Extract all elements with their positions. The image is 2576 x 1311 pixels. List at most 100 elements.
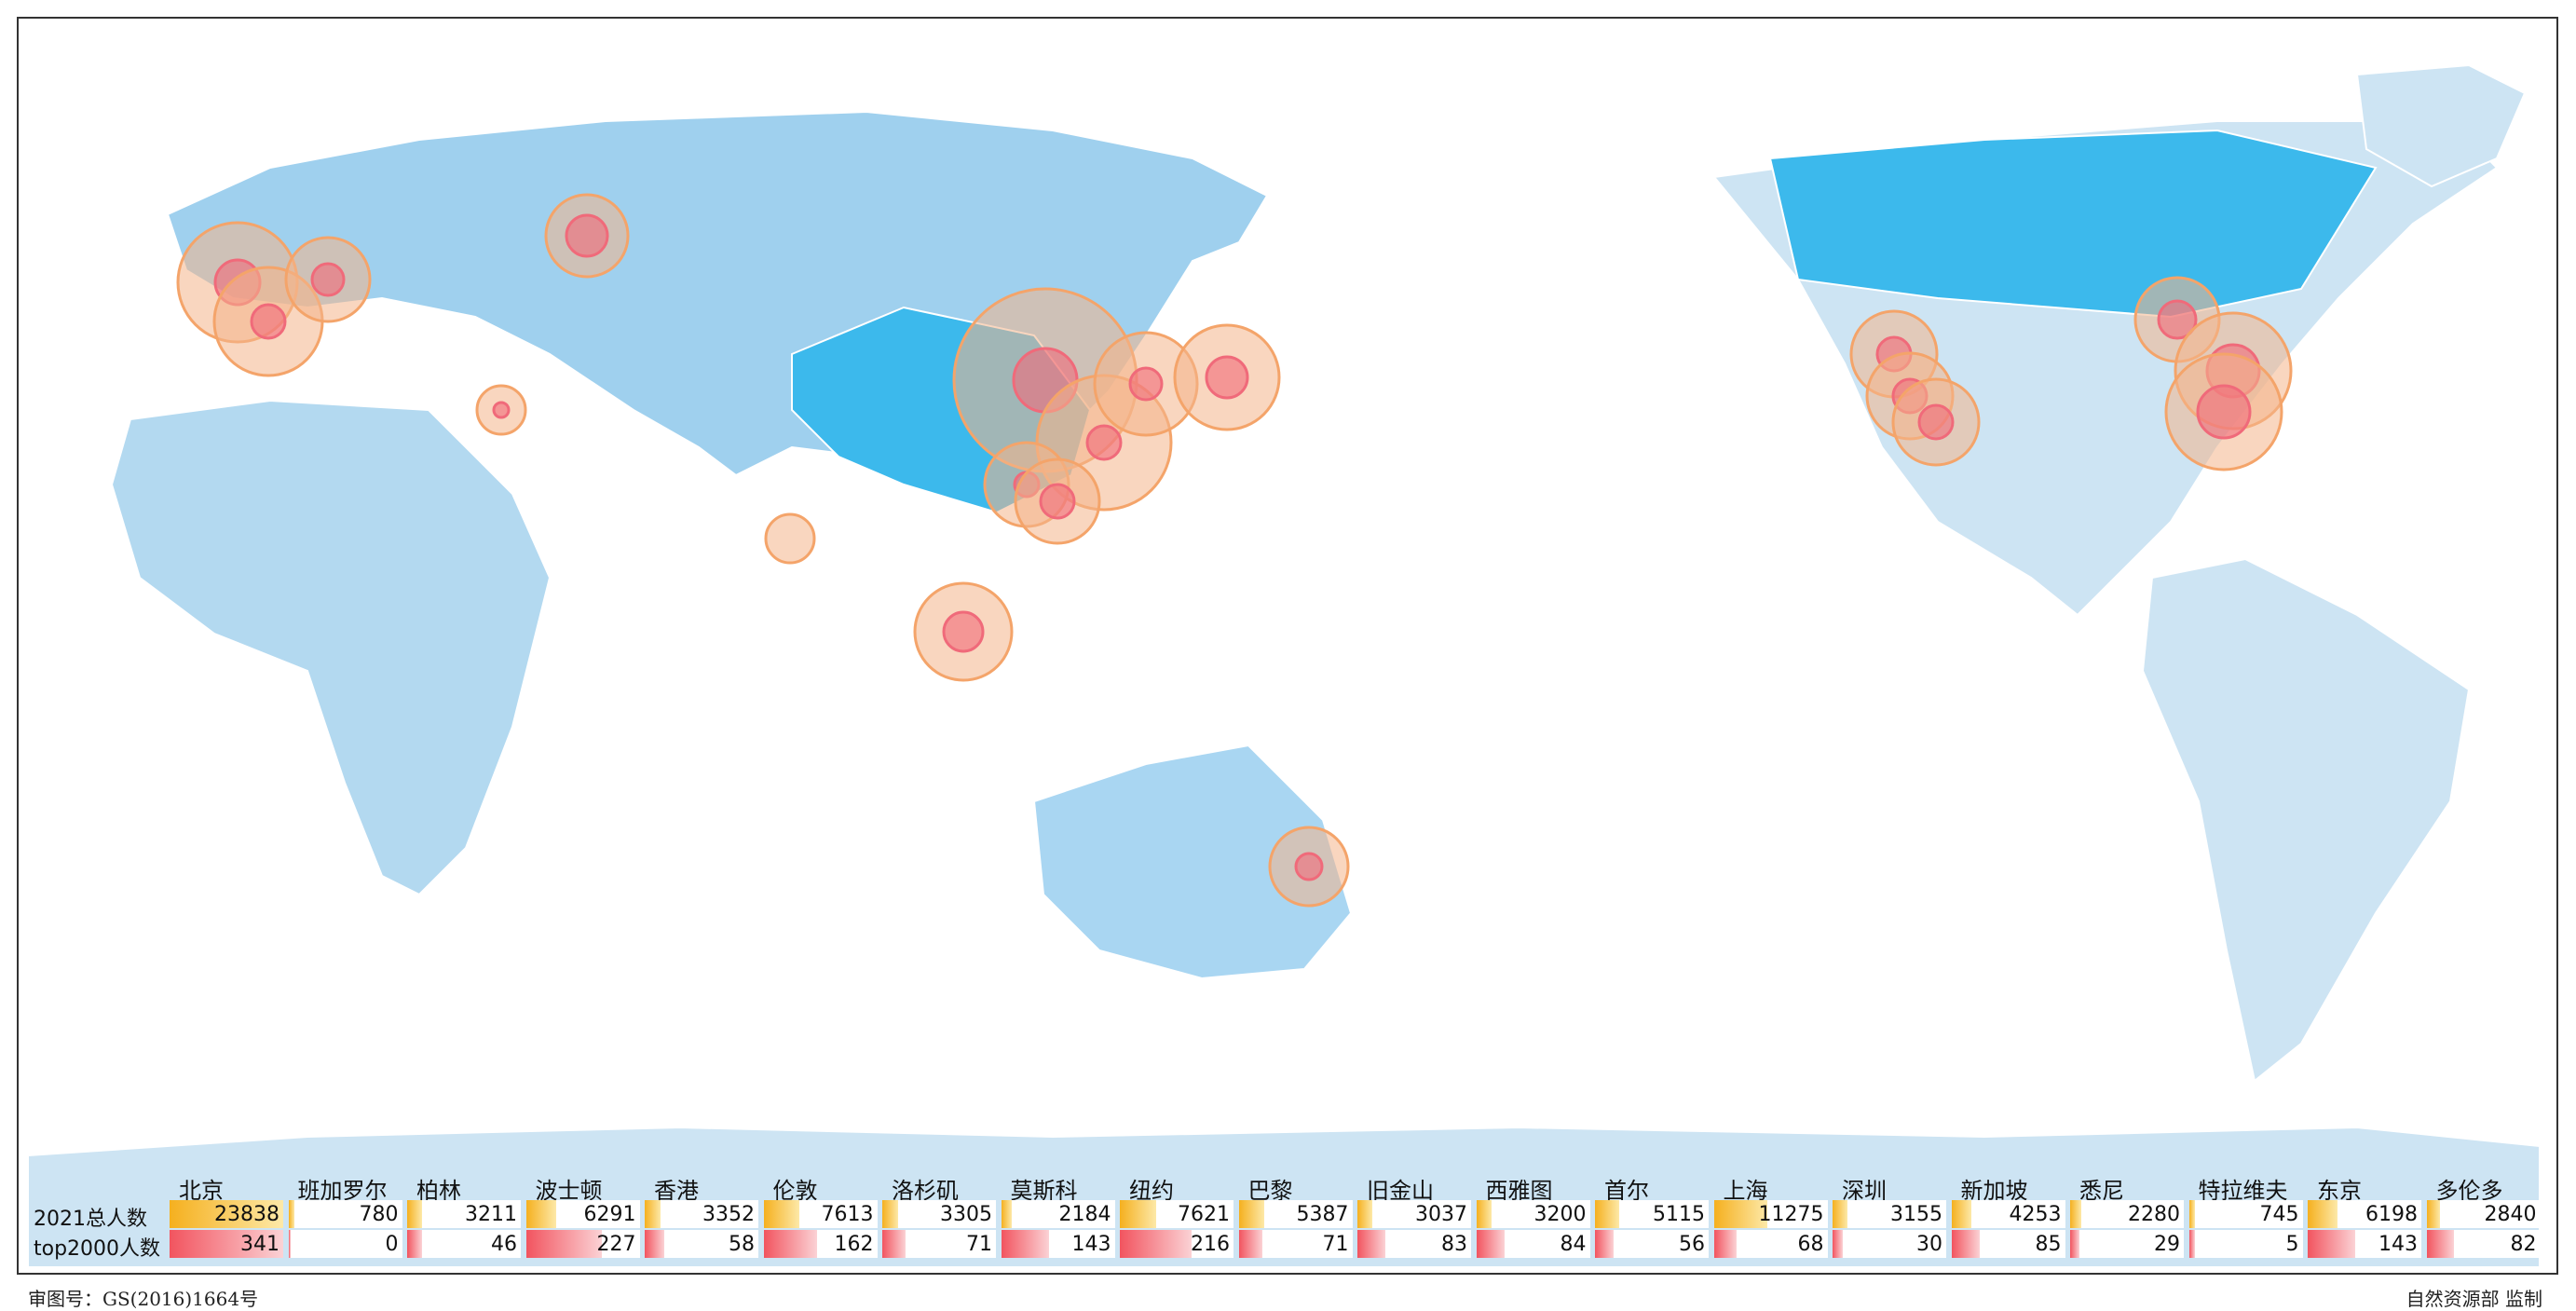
legend-bar-total xyxy=(645,1200,661,1228)
legend-cell-top: 341 xyxy=(170,1230,283,1258)
legend-cell-top: 56 xyxy=(1595,1230,1709,1258)
legend-value-top: 46 xyxy=(491,1233,517,1256)
legend-row-label-top: top2000人数 xyxy=(34,1237,161,1261)
legend-value-top: 143 xyxy=(1071,1233,1111,1256)
legend-bar-top xyxy=(1120,1230,1193,1258)
legend-value-total: 3155 xyxy=(1890,1203,1942,1226)
bubble-telaviv xyxy=(475,384,527,436)
legend-value-total: 11275 xyxy=(1758,1203,1824,1226)
legend-row-label-total: 2021总人数 xyxy=(34,1208,147,1231)
legend-value-top: 341 xyxy=(240,1233,279,1256)
legend-value-top: 68 xyxy=(1797,1233,1824,1256)
legend-cell-total: 3305 xyxy=(882,1200,996,1228)
legend-bar-total xyxy=(1476,1200,1492,1228)
bubble-tokyo xyxy=(1173,323,1281,431)
legend-bar-top xyxy=(2070,1230,2080,1258)
legend-table: 2021总人数 top2000人数 北京 23838 341 班加罗尔 780 0 柏林 32… xyxy=(30,1172,2551,1261)
bubble-losangeles xyxy=(1891,377,1981,467)
legend-cell-total: 745 xyxy=(2188,1200,2303,1228)
legend-cell-top: 85 xyxy=(1951,1230,2065,1258)
legend-cell-total: 2280 xyxy=(2070,1200,2184,1228)
legend-value-top: 71 xyxy=(966,1233,992,1256)
legend-bar-top xyxy=(1476,1230,1505,1258)
legend-value-top: 56 xyxy=(1679,1233,1705,1256)
legend-value-total: 6198 xyxy=(2365,1203,2418,1226)
legend-value-total: 2184 xyxy=(1058,1203,1111,1226)
legend-cell-top: 0 xyxy=(288,1230,402,1258)
bubble-moscow xyxy=(544,193,630,279)
legend-bar-top xyxy=(1833,1230,1843,1258)
legend-cell-top: 83 xyxy=(1357,1230,1471,1258)
legend-value-top: 84 xyxy=(1560,1233,1587,1256)
map-approval-number: 审图号：GS(2016)1664号 xyxy=(28,1288,259,1310)
bubble-newyork xyxy=(2164,352,2283,471)
legend-cell-total: 2184 xyxy=(1001,1200,1115,1228)
legend-bar-total xyxy=(525,1200,556,1228)
legend-cell-top: 216 xyxy=(1120,1230,1233,1258)
legend-bar-total xyxy=(1833,1200,1848,1228)
legend-bar-total xyxy=(1238,1200,1265,1228)
legend-bar-top xyxy=(1238,1230,1262,1258)
legend-bar-top xyxy=(645,1230,664,1258)
legend-bar-total xyxy=(2308,1200,2337,1228)
legend-value-total: 2280 xyxy=(2128,1203,2180,1226)
legend-value-total: 3305 xyxy=(940,1203,992,1226)
legend-cell-total: 6198 xyxy=(2308,1200,2421,1228)
legend-value-top: 82 xyxy=(2510,1233,2537,1256)
legend-cell-total: 2840 xyxy=(2426,1200,2541,1228)
legend-cell-total: 5115 xyxy=(1595,1200,1709,1228)
legend-bar-top xyxy=(2188,1230,2195,1258)
legend-cell-top: 82 xyxy=(2426,1230,2541,1258)
legend-value-total: 7613 xyxy=(821,1203,874,1226)
legend-value-total: 5387 xyxy=(1296,1203,1349,1226)
legend-bar-top xyxy=(288,1230,291,1258)
legend-value-total: 3200 xyxy=(1533,1203,1587,1226)
legend-cell-total: 4253 xyxy=(1951,1200,2065,1228)
legend-cell-total: 23838 xyxy=(170,1200,283,1228)
legend-bar-total xyxy=(2070,1200,2081,1228)
legend-bar-total xyxy=(763,1200,800,1228)
legend-value-total: 780 xyxy=(359,1203,399,1226)
legend-bar-top xyxy=(2426,1230,2454,1258)
legend-bar-total xyxy=(2426,1200,2441,1228)
legend-bar-total xyxy=(1595,1200,1620,1228)
legend-value-top: 71 xyxy=(1322,1233,1349,1256)
legend-bar-total xyxy=(882,1200,898,1228)
legend-value-top: 227 xyxy=(596,1233,636,1256)
legend-value-top: 143 xyxy=(2378,1233,2418,1256)
bubble-berlin xyxy=(284,236,372,323)
legend-value-total: 3037 xyxy=(1415,1203,1467,1226)
legend-cell-top: 68 xyxy=(1713,1230,1828,1258)
legend-bar-top xyxy=(1357,1230,1385,1258)
bubble-hongkong xyxy=(1014,457,1101,545)
legend-cell-top: 5 xyxy=(2188,1230,2303,1258)
legend-cell-total: 780 xyxy=(288,1200,402,1228)
legend-bar-total xyxy=(1001,1200,1012,1228)
legend-bar-top xyxy=(1595,1230,1615,1258)
legend-bar-top xyxy=(2308,1230,2356,1258)
legend-bar-total xyxy=(407,1200,423,1228)
legend-cell-top: 71 xyxy=(882,1230,996,1258)
legend-value-top: 5 xyxy=(2285,1233,2299,1256)
legend-bar-total xyxy=(1951,1200,1972,1228)
legend-cell-top: 46 xyxy=(407,1230,521,1258)
legend-value-total: 23838 xyxy=(214,1203,279,1226)
world-map xyxy=(28,63,2540,1267)
south-america-landmass xyxy=(2141,557,2471,1083)
legend-cell-total: 3211 xyxy=(407,1200,521,1228)
legend-cell-top: 143 xyxy=(2308,1230,2421,1258)
legend-value-top: 29 xyxy=(2154,1233,2180,1256)
legend-cell-top: 30 xyxy=(1833,1230,1946,1258)
legend-value-top: 0 xyxy=(385,1233,399,1256)
legend-value-total: 4253 xyxy=(2009,1203,2062,1226)
legend-bar-top xyxy=(407,1230,423,1258)
bubble-bangalore xyxy=(764,512,816,565)
legend-cell-total: 6291 xyxy=(525,1200,640,1228)
map-publisher: 自然资源部 监制 xyxy=(2406,1288,2542,1310)
africa-landmass xyxy=(110,399,552,896)
legend-value-top: 216 xyxy=(1191,1233,1230,1256)
legend-value-total: 745 xyxy=(2259,1203,2299,1226)
legend-bar-top xyxy=(1001,1230,1049,1258)
legend-cell-top: 84 xyxy=(1476,1230,1590,1258)
legend-cell-total: 3352 xyxy=(645,1200,758,1228)
